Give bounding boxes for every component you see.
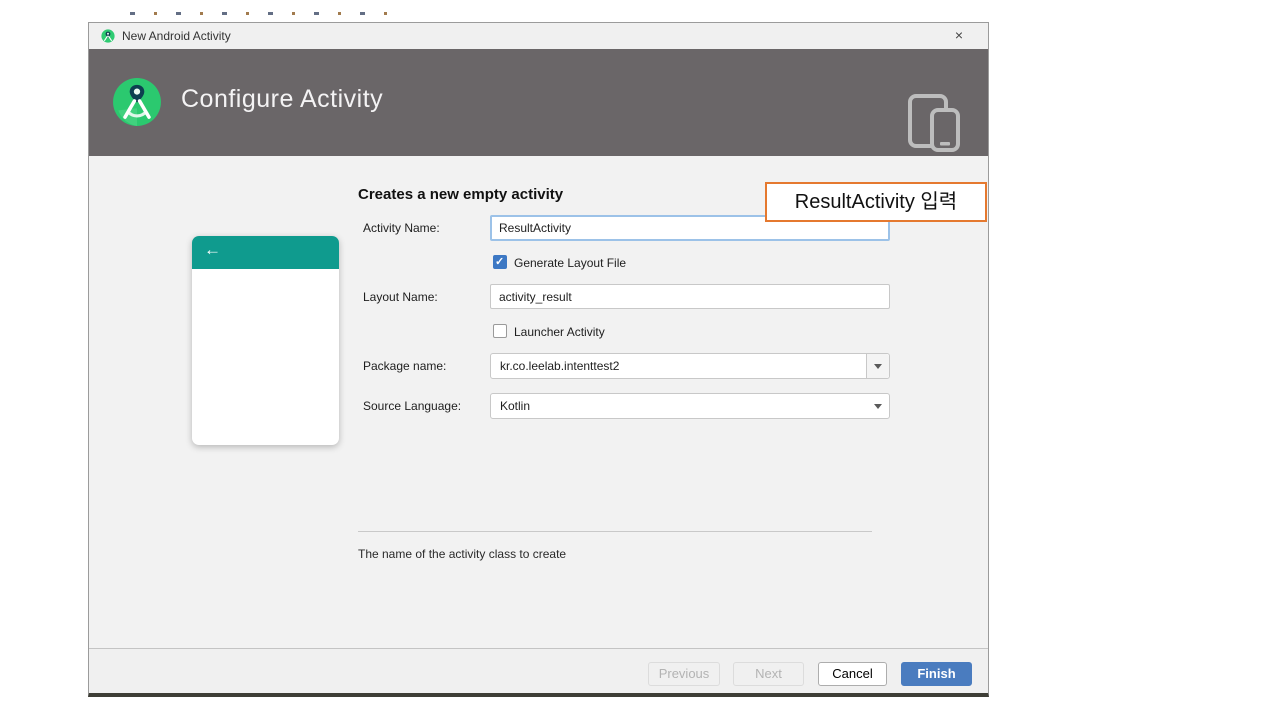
dialog-titlebar: New Android Activity × bbox=[89, 23, 988, 49]
layout-name-label: Layout Name: bbox=[363, 290, 438, 304]
dialog-title: New Android Activity bbox=[122, 29, 231, 43]
chevron-down-icon bbox=[874, 364, 882, 369]
chevron-down-icon bbox=[873, 404, 882, 409]
android-studio-icon bbox=[101, 29, 115, 43]
back-arrow-icon: ← bbox=[204, 240, 221, 259]
field-hint-text: The name of the activity class to create bbox=[358, 547, 567, 561]
package-name-combobox[interactable]: kr.co.leelab.intenttest2 bbox=[490, 353, 890, 379]
form-heading: Creates a new empty activity bbox=[358, 186, 564, 203]
generate-layout-label: Generate Layout File bbox=[514, 256, 627, 270]
package-name-value: kr.co.leelab.intenttest2 bbox=[500, 359, 620, 373]
android-studio-logo-icon bbox=[113, 78, 161, 126]
cropped-background-text bbox=[130, 12, 398, 15]
wizard-body: ← Creates a new empty activity Activity … bbox=[89, 156, 988, 648]
activity-name-label: Activity Name: bbox=[363, 221, 440, 235]
form-divider bbox=[358, 531, 872, 532]
launcher-activity-checkbox[interactable] bbox=[493, 324, 507, 338]
launcher-activity-label: Launcher Activity bbox=[514, 325, 605, 339]
source-language-combobox[interactable]: Kotlin bbox=[490, 393, 890, 419]
source-language-label: Source Language: bbox=[363, 399, 462, 413]
generate-layout-checkbox[interactable] bbox=[493, 255, 507, 269]
preview-appbar: ← bbox=[192, 236, 339, 269]
annotation-callout: ResultActivity 입력 bbox=[765, 182, 987, 222]
cancel-button[interactable]: Cancel bbox=[818, 662, 887, 686]
layout-name-input[interactable] bbox=[490, 284, 890, 309]
new-android-activity-dialog: New Android Activity × Configure Activit… bbox=[88, 22, 989, 697]
wizard-title: Configure Activity bbox=[181, 85, 384, 113]
language-dropdown-button[interactable] bbox=[866, 394, 889, 418]
source-language-value: Kotlin bbox=[500, 399, 531, 413]
activity-preview-thumbnail: ← bbox=[192, 236, 339, 445]
close-icon[interactable]: × bbox=[946, 23, 972, 49]
wizard-footer: Previous Next Cancel Finish bbox=[89, 648, 988, 693]
finish-button[interactable]: Finish bbox=[901, 662, 972, 686]
next-button[interactable]: Next bbox=[733, 662, 804, 686]
devices-icon bbox=[908, 94, 960, 152]
package-dropdown-button[interactable] bbox=[866, 354, 889, 378]
package-name-label: Package name: bbox=[363, 359, 447, 373]
previous-button[interactable]: Previous bbox=[648, 662, 720, 686]
wizard-header: Configure Activity bbox=[89, 49, 988, 156]
